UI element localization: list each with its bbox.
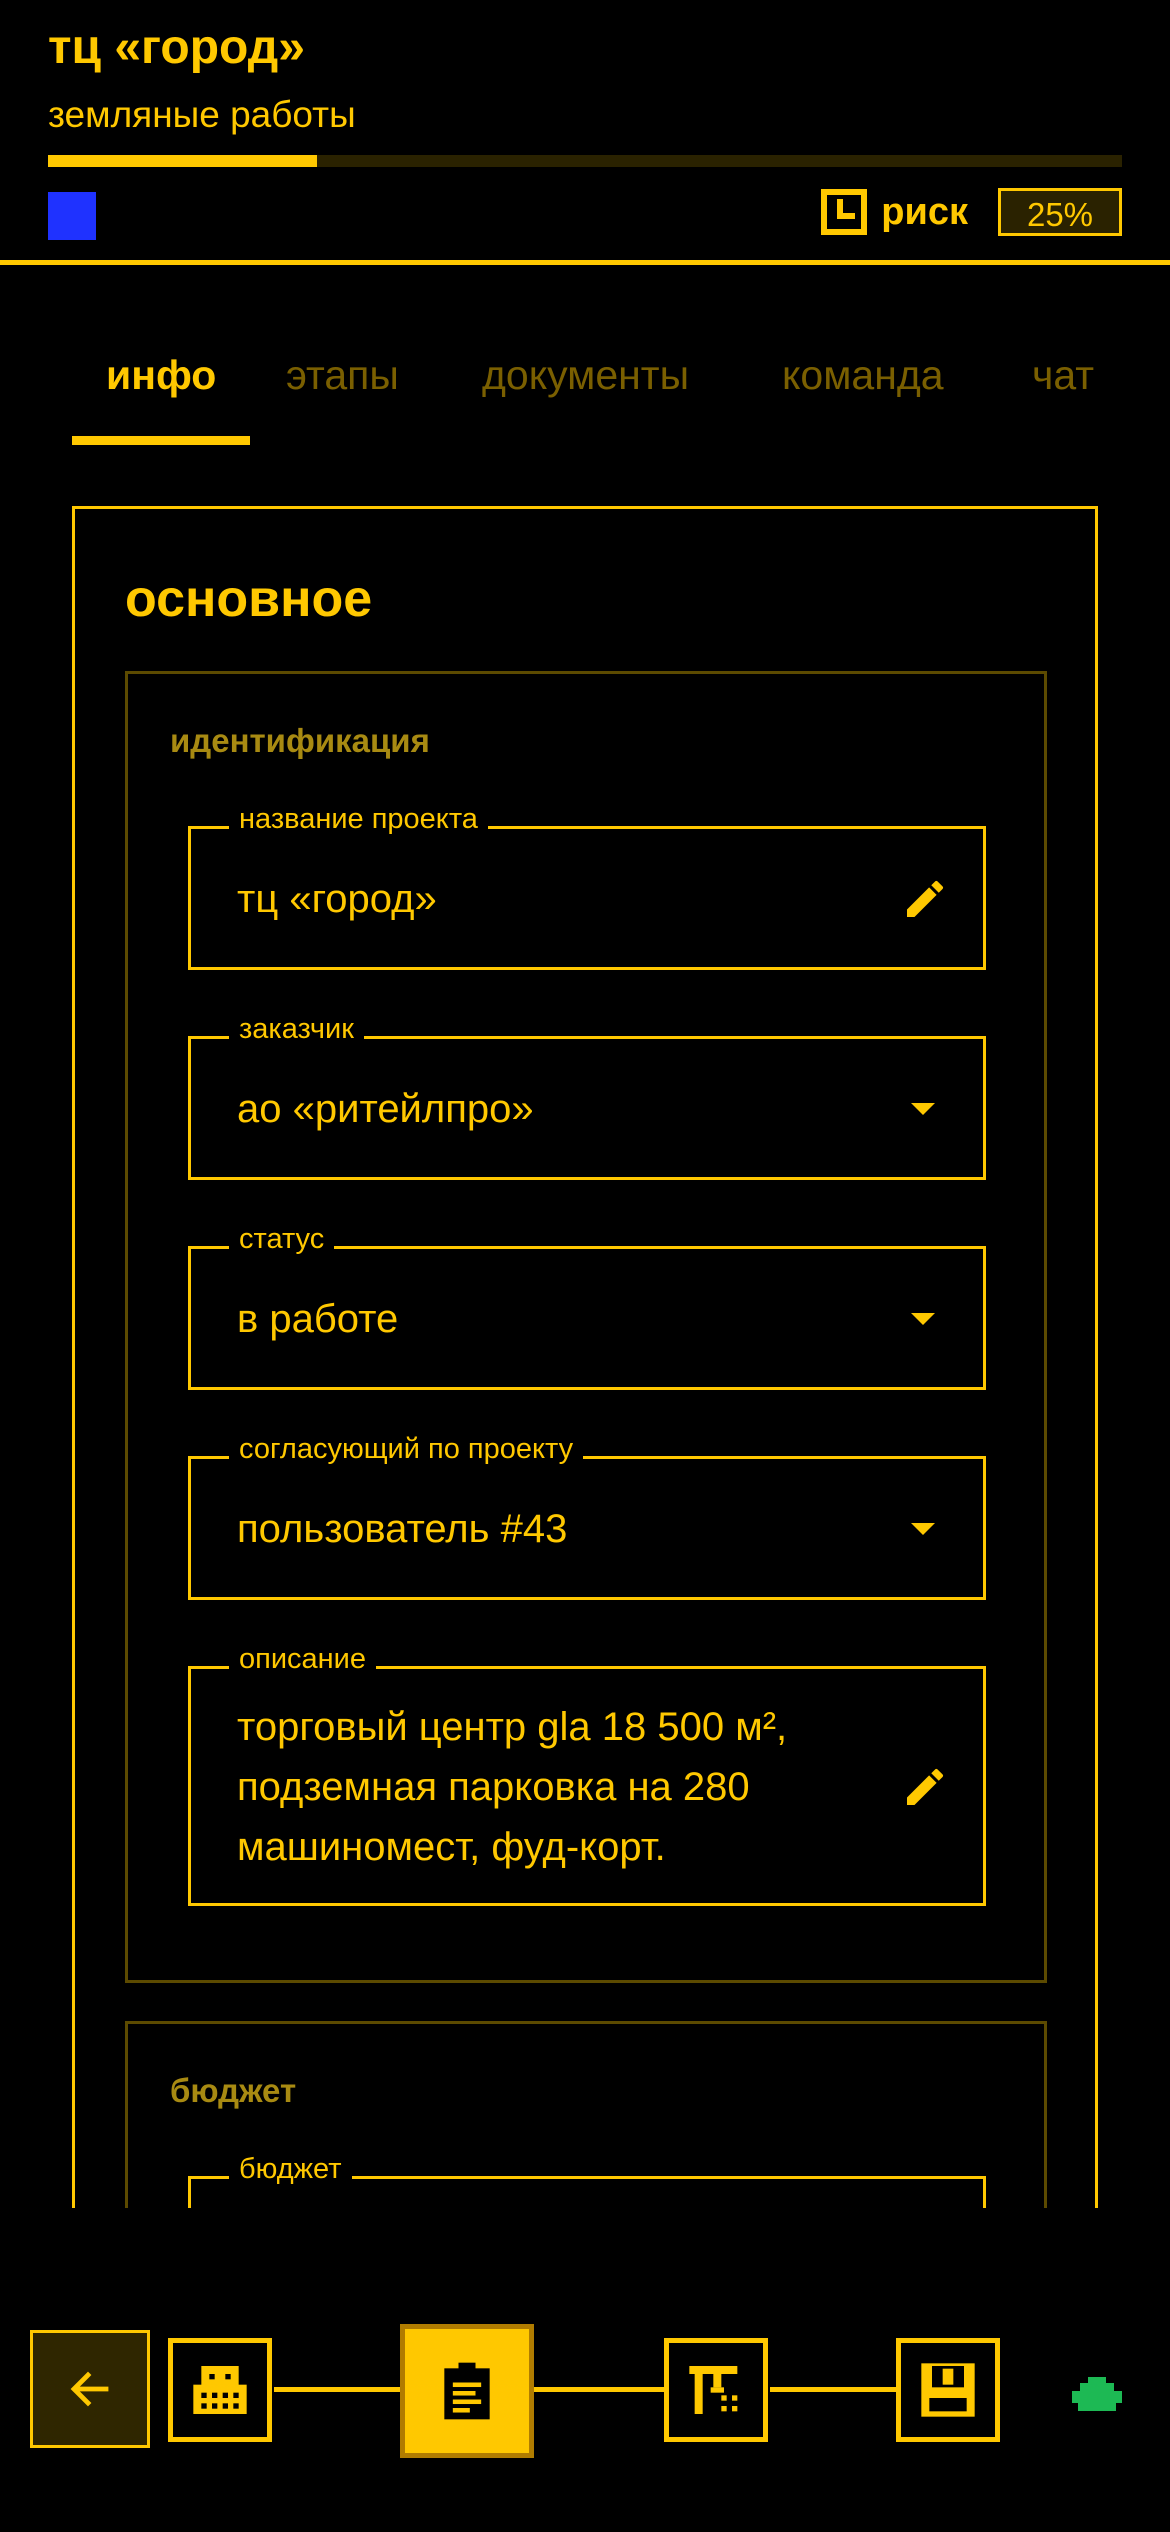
step-building-button[interactable]	[168, 2338, 272, 2442]
risk-indicator[interactable]: риск 25%	[821, 186, 1122, 238]
tab-chat[interactable]: чат	[1032, 352, 1094, 399]
content-scroll-area[interactable]: основное идентификация название проекта …	[0, 500, 1170, 2208]
field-label: заказчик	[229, 1013, 364, 1046]
field-label: согласующий по проекту	[229, 1433, 584, 1466]
status-select[interactable]: статус в работе	[188, 1223, 986, 1390]
sync-status-icon[interactable]	[1070, 2375, 1124, 2411]
chevron-down-icon[interactable]	[911, 1523, 935, 1535]
header-divider	[0, 260, 1170, 265]
project-header: тц «город» земляные работы риск 25%	[0, 0, 1170, 268]
active-tab-indicator	[72, 436, 250, 445]
section-title: бюджет	[170, 2072, 297, 2109]
progress-bar-fill	[48, 155, 317, 167]
project-stage: земляные работы	[48, 94, 356, 135]
step-save-button[interactable]	[896, 2338, 1000, 2442]
step-crane-button[interactable]	[664, 2338, 768, 2442]
card-title: основное	[125, 570, 373, 628]
field-value: торговый центр gla 18 500 м², подземная …	[237, 1705, 788, 1869]
risk-value-badge: 25%	[998, 188, 1122, 236]
project-title: тц «город»	[48, 21, 305, 74]
tab-team[interactable]: команда	[782, 352, 944, 399]
main-info-card: основное идентификация название проекта …	[72, 506, 1098, 2208]
step-document-button[interactable]	[400, 2324, 534, 2458]
clock-icon	[821, 189, 868, 235]
field-label: бюджет	[229, 2153, 352, 2186]
pencil-icon[interactable]	[901, 875, 949, 923]
project-name-field[interactable]: название проекта тц «город»	[188, 803, 986, 970]
customer-select[interactable]: заказчик ао «ритейлпро»	[188, 1013, 986, 1180]
chevron-down-icon[interactable]	[911, 1313, 935, 1325]
step-connector	[534, 2387, 666, 2392]
save-icon	[921, 2363, 975, 2417]
step-connector	[770, 2387, 896, 2392]
pencil-icon[interactable]	[901, 1763, 949, 1811]
budget-field[interactable]: бюджет	[188, 2153, 986, 2208]
tab-documents[interactable]: документы	[482, 352, 689, 399]
approver-select[interactable]: согласующий по проекту пользователь #43	[188, 1433, 986, 1600]
budget-section: бюджет бюджет	[125, 2021, 1047, 2208]
crane-icon	[689, 2366, 738, 2414]
back-button[interactable]	[30, 2330, 150, 2448]
status-color-indicator	[48, 192, 96, 240]
risk-label: риск	[881, 190, 968, 233]
building-icon	[193, 2366, 247, 2414]
field-value: тц «город»	[237, 877, 437, 921]
step-connector	[274, 2387, 400, 2392]
tab-bar: инфо этапы документы команда чат	[0, 340, 1170, 450]
field-value: в работе	[237, 1297, 399, 1341]
bottom-step-nav	[0, 2208, 1170, 2532]
tab-info[interactable]: инфо	[106, 352, 216, 399]
identification-section: идентификация название проекта тц «город…	[125, 671, 1047, 1983]
field-label: статус	[229, 1223, 335, 1256]
field-value: пользователь #43	[237, 1507, 568, 1551]
document-icon	[444, 2362, 490, 2420]
progress-bar	[48, 155, 1122, 167]
tab-stages[interactable]: этапы	[286, 352, 399, 399]
chevron-down-icon[interactable]	[911, 1103, 935, 1115]
description-field[interactable]: описание торговый центр gla 18 500 м², п…	[188, 1643, 986, 1906]
section-title: идентификация	[170, 722, 430, 759]
field-label: описание	[229, 1643, 377, 1676]
field-value: ао «ритейлпро»	[237, 1087, 534, 1131]
arrow-left-icon	[70, 2371, 109, 2407]
field-label: название проекта	[229, 803, 488, 836]
